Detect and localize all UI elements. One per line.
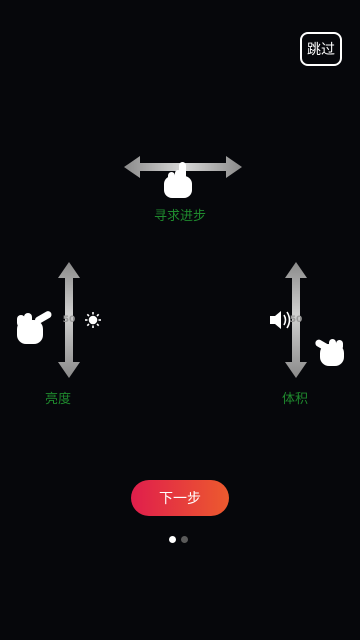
page-indicator-dot-active bbox=[169, 536, 176, 543]
brightness-label: 亮度 bbox=[44, 392, 71, 407]
sun-icon bbox=[85, 312, 101, 328]
pointing-hand-icon bbox=[315, 339, 344, 366]
volume-value: 50 bbox=[289, 315, 303, 325]
page-indicator-dot bbox=[181, 536, 188, 543]
seek-label: 寻求进步 bbox=[153, 209, 206, 224]
pointing-hand-icon bbox=[17, 311, 52, 344]
next-button[interactable]: 下一步 bbox=[131, 480, 229, 516]
brightness-value: 50 bbox=[62, 315, 76, 325]
volume-label: 体积 bbox=[281, 392, 308, 407]
gesture-graphics bbox=[17, 156, 344, 378]
